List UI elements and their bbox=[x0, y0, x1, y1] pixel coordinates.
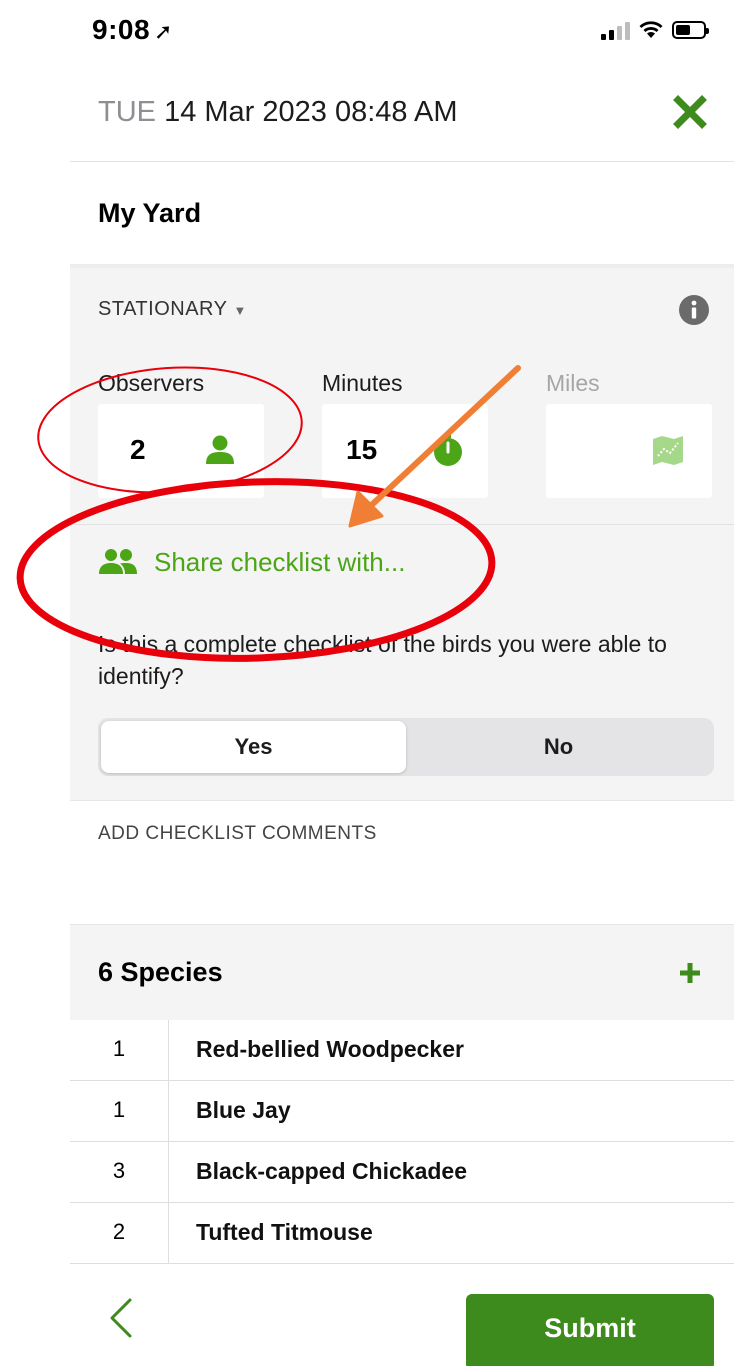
caret-down-icon: ▼ bbox=[233, 303, 247, 318]
info-icon[interactable] bbox=[678, 294, 710, 326]
submit-button[interactable]: Submit bbox=[466, 1294, 714, 1366]
comments-row[interactable]: ADD CHECKLIST COMMENTS bbox=[70, 800, 734, 924]
miles-label: Miles bbox=[546, 370, 600, 396]
species-row-count: 1 bbox=[112, 1097, 126, 1122]
complete-checklist-toggle[interactable]: Yes No bbox=[98, 718, 714, 776]
location-arrow-icon: ➚ bbox=[154, 19, 173, 44]
effort-section: STATIONARY ▼ Observers Minutes Miles 2 15 bbox=[70, 268, 734, 800]
species-row-name: Red-bellied Woodpecker bbox=[196, 1036, 464, 1062]
stopwatch-icon bbox=[434, 433, 462, 466]
miles-field[interactable] bbox=[546, 404, 712, 498]
observers-value: 2 bbox=[130, 434, 146, 465]
wifi-icon bbox=[639, 21, 663, 38]
battery-icon bbox=[672, 21, 709, 39]
species-row-name: Blue Jay bbox=[196, 1097, 291, 1123]
minutes-label: Minutes bbox=[322, 370, 403, 396]
people-icon bbox=[99, 549, 137, 574]
bottom-bar: Submit bbox=[0, 1282, 734, 1366]
species-row-name: Tufted Titmouse bbox=[196, 1219, 373, 1245]
day-of-week: TUE bbox=[98, 96, 156, 128]
minutes-value: 15 bbox=[346, 434, 378, 465]
species-header: 6 Species bbox=[70, 924, 734, 1020]
person-icon bbox=[206, 435, 234, 464]
species-row-count: 1 bbox=[112, 1036, 126, 1061]
species-row[interactable]: 1 Red-bellied Woodpecker bbox=[70, 1020, 734, 1081]
checklist-date[interactable]: TUE 14 Mar 2023 08:48 AM bbox=[98, 96, 457, 129]
status-time-text: 9:08 bbox=[92, 14, 151, 45]
complete-no-option[interactable]: No bbox=[406, 721, 711, 773]
add-species-plus-icon[interactable] bbox=[676, 959, 704, 987]
complete-checklist-question: Is this a complete checklist of the bird… bbox=[98, 631, 667, 689]
location-row[interactable]: My Yard bbox=[70, 162, 734, 268]
protocol-dropdown[interactable]: STATIONARY ▼ bbox=[98, 298, 247, 321]
species-row-count: 2 bbox=[112, 1219, 126, 1244]
checklist-content: TUE 14 Mar 2023 08:48 AM My Yard STATION… bbox=[70, 64, 734, 1286]
species-row[interactable]: 3 Black-capped Chickadee bbox=[70, 1142, 734, 1203]
species-row[interactable]: 1 Blue Jay bbox=[70, 1081, 734, 1142]
location-name: My Yard bbox=[98, 198, 202, 228]
species-row-count: 3 bbox=[112, 1158, 126, 1183]
cellular-signal-icon bbox=[601, 20, 630, 40]
species-row[interactable]: 2 Tufted Titmouse bbox=[70, 1203, 734, 1264]
minutes-field[interactable]: 15 bbox=[322, 404, 488, 498]
species-count: 6 Species bbox=[98, 957, 223, 987]
species-list: 1 Red-bellied Woodpecker 1 Blue Jay 3 Bl… bbox=[70, 1020, 734, 1286]
protocol-label: STATIONARY bbox=[98, 298, 228, 320]
status-bar: 9:08 ➚ bbox=[0, 0, 734, 64]
close-x-icon[interactable] bbox=[670, 92, 710, 132]
share-checklist-button[interactable]: Share checklist with... bbox=[98, 546, 405, 578]
back-chevron-icon[interactable] bbox=[102, 1294, 138, 1342]
share-checklist-label: Share checklist with... bbox=[154, 546, 406, 577]
date-time: 14 Mar 2023 08:48 AM bbox=[164, 96, 458, 128]
status-time: 9:08 ➚ bbox=[92, 14, 173, 46]
checklist-header: TUE 14 Mar 2023 08:48 AM bbox=[70, 64, 734, 162]
complete-yes-option[interactable]: Yes bbox=[101, 721, 406, 773]
species-row-name: Black-capped Chickadee bbox=[196, 1158, 468, 1184]
map-track-icon bbox=[653, 436, 683, 465]
section-divider bbox=[70, 524, 734, 525]
status-icons bbox=[601, 20, 709, 40]
observers-field[interactable]: 2 bbox=[98, 404, 264, 498]
add-comments-label: ADD CHECKLIST COMMENTS bbox=[98, 823, 377, 844]
observers-label: Observers bbox=[98, 370, 205, 396]
